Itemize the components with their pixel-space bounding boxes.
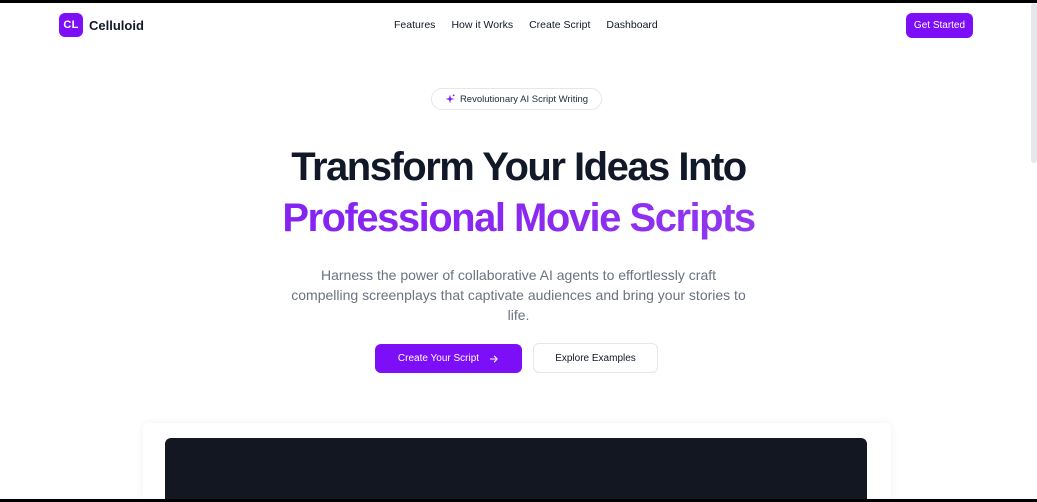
nav-link-create-script[interactable]: Create Script — [529, 19, 590, 31]
main-nav: Features How it Works Create Script Dash… — [394, 19, 658, 31]
create-your-script-label: Create Your Script — [397, 353, 480, 364]
nav-link-dashboard[interactable]: Dashboard — [606, 19, 657, 31]
sparkle-icon — [445, 94, 455, 104]
get-started-button[interactable]: Get Started — [906, 13, 973, 38]
pill-label: Revolutionary AI Script Writing — [459, 93, 589, 105]
hero-headline-line2: Professional Movie Scripts — [0, 195, 1037, 241]
explore-examples-button[interactable]: Explore Examples — [533, 343, 658, 373]
create-your-script-button[interactable]: Create Your Script — [375, 344, 522, 373]
announcement-pill: Revolutionary AI Script Writing — [431, 88, 602, 110]
hero-subtext: Harness the power of collaborative AI ag… — [291, 267, 746, 323]
nav-link-how-it-works[interactable]: How it Works — [451, 19, 513, 31]
hero-headline-line1: Transform Your Ideas Into — [291, 145, 747, 189]
arrow-right-icon — [489, 354, 499, 364]
logo-badge: CL — [59, 13, 83, 37]
app-preview-screen — [165, 438, 867, 499]
logo[interactable]: CL Celluloid — [59, 13, 144, 37]
nav-link-features[interactable]: Features — [394, 19, 435, 31]
scrollbar[interactable] — [1031, 3, 1037, 163]
window-top-edge — [0, 0, 1037, 3]
logo-text: Celluloid — [89, 17, 144, 33]
